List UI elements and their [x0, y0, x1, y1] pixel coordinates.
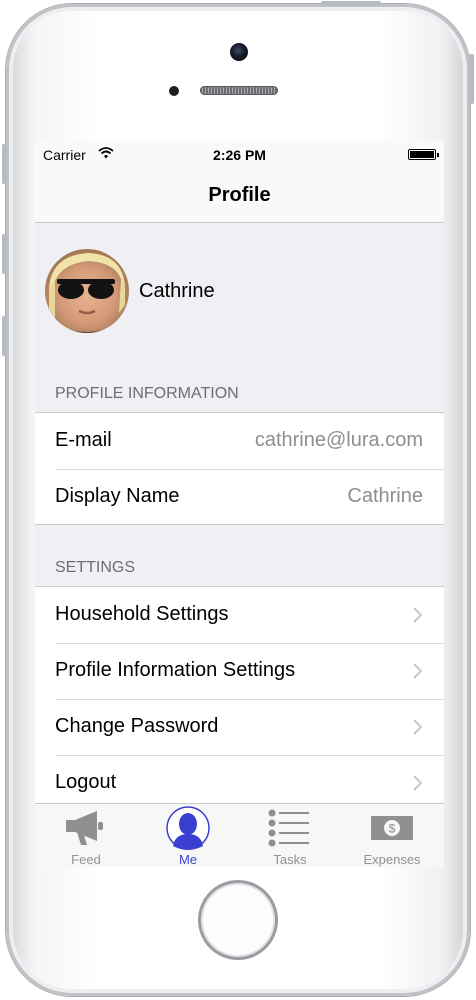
tab-me-label: Me	[178, 852, 198, 867]
tab-tasks-label: Tasks	[273, 852, 307, 867]
tab-me[interactable]: Me	[137, 804, 239, 867]
tab-tasks[interactable]: Tasks	[239, 804, 341, 867]
tab-expenses-label: Expenses	[363, 852, 421, 867]
profile-header: Cathrine	[35, 223, 444, 383]
megaphone-icon	[66, 811, 103, 845]
logout-label: Logout	[55, 771, 117, 793]
app-screen: Carrier 2:26 PM Profile Cathrine PROFILE…	[35, 141, 444, 867]
chevron-right-icon	[413, 774, 423, 797]
home-button[interactable]	[198, 880, 278, 960]
volume-up-button	[2, 234, 7, 274]
side-button-right	[469, 54, 474, 104]
svg-text:$: $	[389, 822, 396, 836]
battery-icon	[408, 149, 439, 160]
email-label: E-mail	[55, 429, 112, 451]
avatar[interactable]	[45, 249, 129, 333]
profile-information-group: E-mail cathrine@lura.com Display Name Ca…	[35, 412, 444, 525]
status-bar: Carrier 2:26 PM	[35, 141, 444, 169]
display-name-label: Display Name	[55, 485, 180, 507]
email-value: cathrine@lura.com	[254, 429, 423, 451]
chevron-right-icon	[413, 662, 423, 685]
profile-information-settings-label: Profile Information Settings	[55, 659, 296, 681]
front-camera	[230, 43, 248, 61]
email-row[interactable]: E-mail cathrine@lura.com	[35, 413, 444, 469]
avatar-photo-icon	[45, 253, 129, 333]
proximity-sensor	[169, 86, 179, 96]
change-password-row[interactable]: Change Password	[35, 699, 444, 755]
household-settings-label: Household Settings	[55, 603, 229, 625]
settings-group: Household Settings Profile Information S…	[35, 586, 444, 816]
profile-information-settings-row[interactable]: Profile Information Settings	[35, 643, 444, 699]
tab-bar: Feed Me Tasks $ Expenses	[35, 803, 444, 867]
display-name-row[interactable]: Display Name Cathrine	[35, 469, 444, 525]
navigation-bar: Profile	[35, 169, 444, 223]
settings-header: SETTINGS	[55, 559, 136, 576]
profile-name: Cathrine	[139, 280, 215, 302]
money-icon: $	[371, 816, 413, 840]
household-settings-row[interactable]: Household Settings	[35, 587, 444, 643]
tab-feed-label: Feed	[71, 852, 101, 867]
display-name-value: Cathrine	[347, 485, 423, 507]
person-icon	[166, 806, 210, 850]
change-password-label: Change Password	[55, 715, 219, 737]
earpiece-speaker	[200, 86, 278, 95]
chevron-right-icon	[413, 718, 423, 741]
page-title: Profile	[208, 184, 271, 206]
chevron-right-icon	[413, 606, 423, 629]
volume-down-button	[2, 316, 7, 356]
profile-information-header: PROFILE INFORMATION	[55, 385, 239, 402]
power-button	[321, 1, 381, 6]
tab-expenses[interactable]: $ Expenses	[341, 804, 443, 867]
mute-switch	[2, 144, 7, 184]
status-time: 2:26 PM	[213, 147, 266, 163]
tab-feed[interactable]: Feed	[35, 804, 137, 867]
list-icon	[268, 809, 309, 847]
